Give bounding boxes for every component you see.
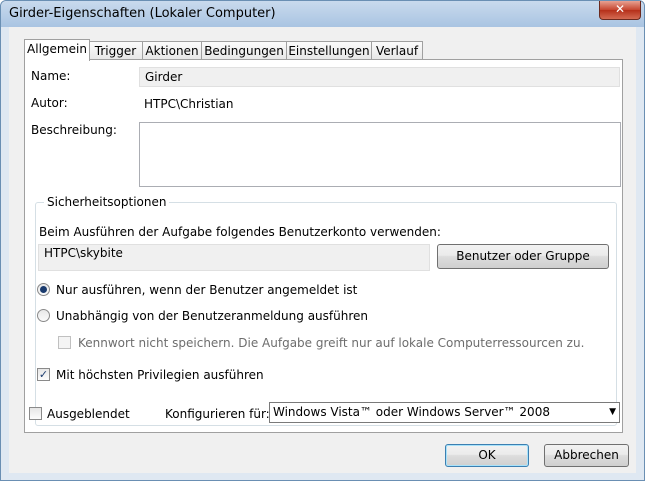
- name-label: Name:: [31, 69, 71, 83]
- tab-verlauf[interactable]: Verlauf: [371, 41, 423, 60]
- highest-privileges-label[interactable]: Mit höchsten Privilegien ausführen: [56, 368, 264, 382]
- title-bar[interactable]: Girder-Eigenschaften (Lokaler Computer) …: [1, 1, 644, 27]
- author-label: Autor:: [31, 96, 68, 110]
- checkmark-icon: ✓: [38, 368, 49, 381]
- dialog-client-area: Allgemein Trigger Aktionen Bedingungen E…: [9, 27, 636, 473]
- tab-panel-allgemein: Name: Girder Autor: HTPC\Christian Besch…: [24, 59, 623, 433]
- configure-select[interactable]: Windows Vista™ oder Windows Server™ 2008…: [269, 402, 620, 423]
- security-options-group: Sicherheitsoptionen Beim Ausführen der A…: [35, 195, 617, 426]
- tab-bedingungen[interactable]: Bedingungen: [201, 41, 287, 60]
- radio-independent[interactable]: [37, 309, 50, 322]
- radio-logged-on[interactable]: [37, 283, 50, 296]
- name-field[interactable]: Girder: [139, 67, 620, 87]
- configure-label: Konfigurieren für:: [165, 407, 270, 421]
- dropdown-arrow-icon: ▼: [609, 407, 616, 417]
- window-title: Girder-Eigenschaften (Lokaler Computer): [9, 6, 276, 21]
- tab-trigger[interactable]: Trigger: [88, 41, 143, 60]
- user-or-group-button[interactable]: Benutzer oder Gruppe: [437, 244, 609, 269]
- radio-logged-on-label[interactable]: Nur ausführen, wenn der Benutzer angemel…: [56, 283, 357, 297]
- dialog-window: Girder-Eigenschaften (Lokaler Computer) …: [0, 0, 645, 481]
- account-field: HTPC\skybite: [38, 244, 430, 271]
- no-password-checkbox[interactable]: [58, 336, 71, 349]
- description-label: Beschreibung:: [31, 123, 117, 137]
- name-value: Girder: [145, 70, 183, 84]
- close-icon: ✕: [614, 2, 626, 16]
- no-password-label: Kennwort nicht speichern. Die Aufgabe gr…: [78, 336, 585, 350]
- description-textarea[interactable]: [139, 122, 621, 187]
- radio-selected-dot: [40, 286, 47, 293]
- tab-aktionen[interactable]: Aktionen: [142, 41, 202, 60]
- ok-button[interactable]: OK: [445, 444, 529, 467]
- tab-allgemein[interactable]: Allgemein: [24, 39, 90, 61]
- security-group-title: Sicherheitsoptionen: [44, 195, 170, 209]
- hidden-label[interactable]: Ausgeblendet: [47, 407, 130, 421]
- tab-einstellungen[interactable]: Einstellungen: [286, 41, 372, 60]
- account-prompt: Beim Ausführen der Aufgabe folgendes Ben…: [39, 225, 441, 239]
- author-value[interactable]: HTPC\Christian: [144, 97, 234, 111]
- cancel-button[interactable]: Abbrechen: [544, 444, 629, 467]
- configure-value: Windows Vista™ oder Windows Server™ 2008: [273, 405, 550, 419]
- close-button[interactable]: ✕: [599, 1, 641, 20]
- radio-independent-label[interactable]: Unabhängig von der Benutzeranmeldung aus…: [56, 309, 368, 323]
- highest-privileges-checkbox[interactable]: ✓: [37, 368, 50, 381]
- hidden-checkbox[interactable]: [29, 407, 42, 420]
- account-value: HTPC\skybite: [44, 246, 123, 260]
